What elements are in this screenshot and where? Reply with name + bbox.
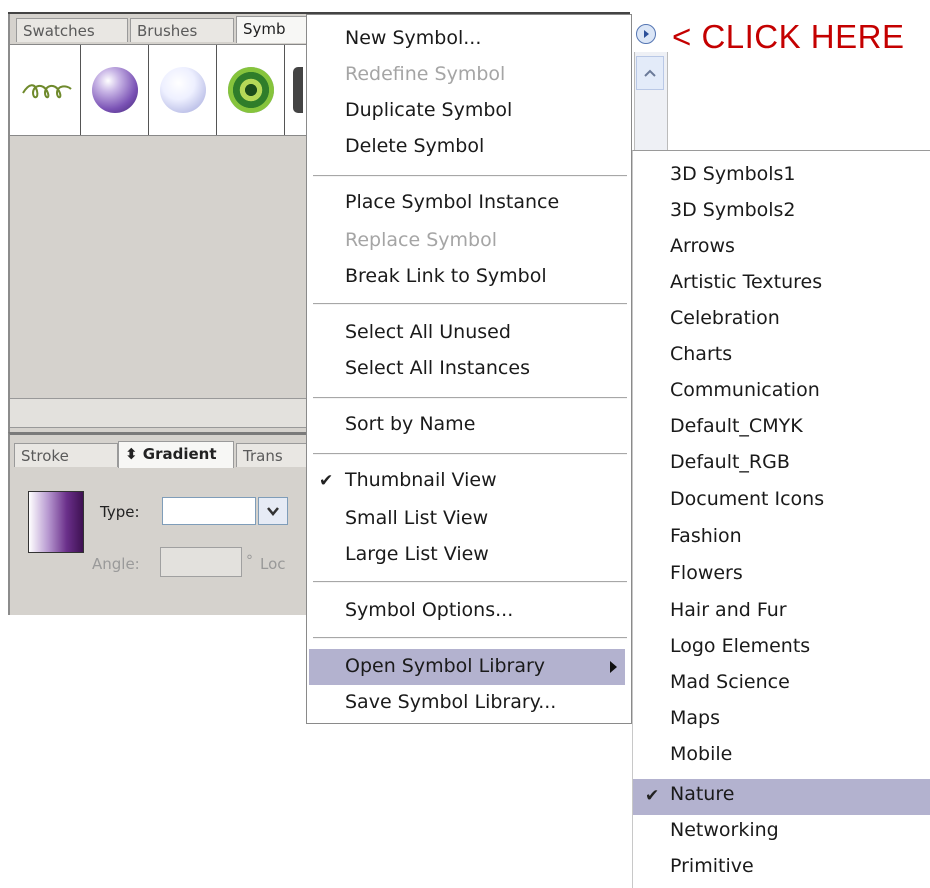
library-item[interactable]: Artistic Textures bbox=[670, 271, 822, 293]
symbol-thumb-purple-sphere[interactable] bbox=[82, 45, 149, 135]
partial-symbol-icon bbox=[293, 67, 303, 113]
click-here-annotation: < CLICK HERE bbox=[672, 18, 905, 55]
library-item[interactable]: Default_CMYK bbox=[670, 415, 803, 437]
library-item[interactable]: 3D Symbols2 bbox=[670, 199, 796, 221]
menu-item-new-symbol[interactable]: New Symbol... bbox=[345, 27, 481, 49]
menu-arrow-icon bbox=[644, 30, 649, 38]
library-item[interactable]: Flowers bbox=[670, 562, 743, 584]
menu-separator bbox=[313, 581, 627, 583]
library-item[interactable]: Networking bbox=[670, 819, 779, 841]
symbol-thumbnails bbox=[10, 44, 310, 136]
menu-item-thumbnail-view[interactable]: Thumbnail View bbox=[345, 469, 497, 491]
submenu-arrow-icon bbox=[610, 661, 617, 673]
tab-symbols[interactable]: Symb bbox=[236, 16, 310, 43]
library-item[interactable]: Logo Elements bbox=[670, 635, 810, 657]
menu-separator bbox=[313, 303, 627, 305]
menu-item-redefine-symbol: Redefine Symbol bbox=[345, 63, 506, 85]
menu-separator bbox=[313, 175, 627, 177]
symbol-thumb-green-target[interactable] bbox=[218, 45, 285, 135]
library-item[interactable]: Mad Science bbox=[670, 671, 790, 693]
type-label: Type: bbox=[100, 503, 140, 521]
menu-separator bbox=[313, 453, 627, 455]
menu-item-save-symbol-library[interactable]: Save Symbol Library... bbox=[345, 691, 556, 713]
library-item[interactable]: Default_RGB bbox=[670, 451, 790, 473]
gradient-type-select[interactable] bbox=[162, 497, 256, 525]
library-item[interactable]: 3D Symbols1 bbox=[670, 163, 796, 185]
chevron-down-icon[interactable] bbox=[258, 497, 288, 525]
menu-item-place-symbol-instance[interactable]: Place Symbol Instance bbox=[345, 191, 559, 213]
library-item[interactable]: Fashion bbox=[670, 525, 742, 547]
menu-item-replace-symbol: Replace Symbol bbox=[345, 229, 497, 251]
angle-input[interactable] bbox=[160, 547, 242, 577]
library-item[interactable]: Mobile bbox=[670, 743, 732, 765]
menu-item-select-all-unused[interactable]: Select All Unused bbox=[345, 321, 511, 343]
menu-item-open-symbol-library[interactable]: Open Symbol Library bbox=[345, 655, 545, 677]
symbol-library-submenu: 3D Symbols1 3D Symbols2 Arrows Artistic … bbox=[632, 150, 930, 888]
tab-brushes[interactable]: Brushes bbox=[130, 18, 234, 42]
location-label: Loc bbox=[260, 555, 286, 573]
symbols-panel: Swatches Brushes Symb bbox=[8, 14, 310, 432]
chevron-up-icon bbox=[644, 69, 656, 77]
menu-item-break-link[interactable]: Break Link to Symbol bbox=[345, 265, 547, 287]
library-item-selected[interactable]: Nature bbox=[670, 783, 734, 805]
menu-item-symbol-options[interactable]: Symbol Options... bbox=[345, 599, 513, 621]
menu-item-select-all-instances[interactable]: Select All Instances bbox=[345, 357, 530, 379]
symbols-flyout-menu: New Symbol... Redefine Symbol Duplicate … bbox=[306, 14, 632, 724]
library-item[interactable]: Arrows bbox=[670, 235, 735, 257]
library-item[interactable]: Hair and Fur bbox=[670, 599, 787, 621]
checkmark-icon: ✔ bbox=[645, 786, 660, 806]
library-item[interactable]: Communication bbox=[670, 379, 820, 401]
tab-transparency[interactable]: Trans bbox=[236, 443, 310, 467]
purple-sphere-icon bbox=[92, 67, 138, 113]
gradient-panel: Stroke ⬍ Gradient Trans Type: Angle: ° L… bbox=[8, 432, 310, 615]
library-item[interactable]: Document Icons bbox=[670, 488, 824, 510]
angle-label: Angle: bbox=[92, 555, 140, 573]
tab-swatches[interactable]: Swatches bbox=[16, 18, 128, 42]
tab-stroke[interactable]: Stroke bbox=[14, 443, 118, 467]
symbol-thumb-vine[interactable] bbox=[14, 45, 81, 135]
tab-gradient[interactable]: ⬍ Gradient bbox=[118, 441, 234, 468]
library-item[interactable]: Primitive bbox=[670, 855, 754, 877]
menu-item-duplicate-symbol[interactable]: Duplicate Symbol bbox=[345, 99, 512, 121]
menu-item-sort-by-name[interactable]: Sort by Name bbox=[345, 413, 475, 435]
scroll-up-button[interactable] bbox=[636, 56, 664, 90]
panel-menu-button[interactable] bbox=[636, 24, 656, 44]
menu-separator bbox=[313, 397, 627, 399]
checkmark-icon: ✔ bbox=[319, 471, 334, 491]
symbols-tabstrip: Swatches Brushes Symb bbox=[10, 14, 310, 44]
library-item[interactable]: Charts bbox=[670, 343, 732, 365]
symbols-panel-footer bbox=[10, 398, 310, 428]
degree-symbol: ° bbox=[246, 553, 253, 569]
green-target-icon bbox=[228, 67, 274, 113]
light-sphere-icon bbox=[160, 67, 206, 113]
menu-item-delete-symbol[interactable]: Delete Symbol bbox=[345, 135, 484, 157]
vine-icon bbox=[22, 84, 72, 99]
gradient-preview-swatch[interactable] bbox=[28, 491, 84, 553]
library-item[interactable]: Celebration bbox=[670, 307, 780, 329]
menu-item-small-list-view[interactable]: Small List View bbox=[345, 507, 488, 529]
library-item[interactable]: Maps bbox=[670, 707, 720, 729]
menu-item-large-list-view[interactable]: Large List View bbox=[345, 543, 489, 565]
symbol-thumb-light-sphere[interactable] bbox=[150, 45, 217, 135]
menu-separator bbox=[313, 637, 627, 639]
